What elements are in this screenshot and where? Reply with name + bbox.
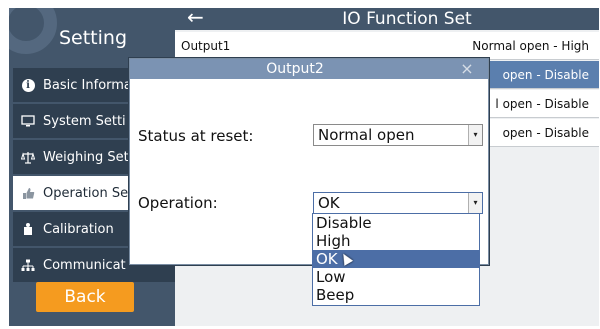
dropdown-option-high[interactable]: High (313, 232, 479, 250)
page-title: IO Function Set (342, 9, 472, 29)
operation-value: OK (318, 194, 340, 212)
sidebar-item-label: Calibration (43, 221, 114, 237)
sidebar-item-label: Weighing Set (43, 149, 129, 165)
mouse-cursor-icon (338, 251, 354, 266)
sidebar-item-label: System Setti (43, 113, 126, 129)
status-at-reset-value: Normal open (318, 126, 415, 144)
scale-icon (13, 140, 43, 174)
weight-icon (13, 212, 43, 246)
operation-select[interactable]: OK ▾ (313, 192, 483, 214)
monitor-icon (13, 104, 43, 138)
row-value: Normal open - High (472, 39, 589, 53)
option-label: OK (316, 250, 338, 268)
sidebar-item-label: Operation Se (43, 185, 129, 201)
row-value: l open - Disable (495, 97, 589, 111)
sidebar-item-label: Communicat (43, 257, 126, 273)
dropdown-option-ok[interactable]: OK (313, 250, 479, 268)
status-at-reset-select[interactable]: Normal open ▾ (313, 124, 483, 146)
main-header: ← IO Function Set (175, 5, 599, 30)
operation-label: Operation: (138, 194, 218, 212)
row-name: Output1 (181, 39, 231, 53)
row-value: open - Disable (502, 126, 589, 140)
dropdown-option-disable[interactable]: Disable (313, 214, 479, 232)
operation-dropdown-list: Disable High OK Low Beep (312, 213, 480, 306)
dropdown-option-beep[interactable]: Beep (313, 286, 479, 304)
sidebar-title: Setting (58, 27, 128, 49)
info-icon: i (13, 68, 43, 102)
chevron-down-icon[interactable]: ▾ (468, 193, 482, 213)
dialog-titlebar: Output2 × (130, 59, 488, 79)
chevron-down-icon[interactable]: ▾ (468, 125, 482, 145)
dialog-title: Output2 (266, 61, 324, 77)
sidebar-item-label: Basic Informa (43, 77, 132, 93)
table-row[interactable]: Output1 Normal open - High (175, 32, 599, 60)
back-button[interactable]: Back (36, 282, 134, 312)
close-icon[interactable]: × (456, 59, 478, 79)
dropdown-option-low[interactable]: Low (313, 268, 479, 286)
thumbs-up-icon (13, 176, 43, 210)
network-icon (13, 248, 43, 282)
status-at-reset-label: Status at reset: (138, 127, 254, 145)
row-value: open - Disable (502, 68, 589, 82)
